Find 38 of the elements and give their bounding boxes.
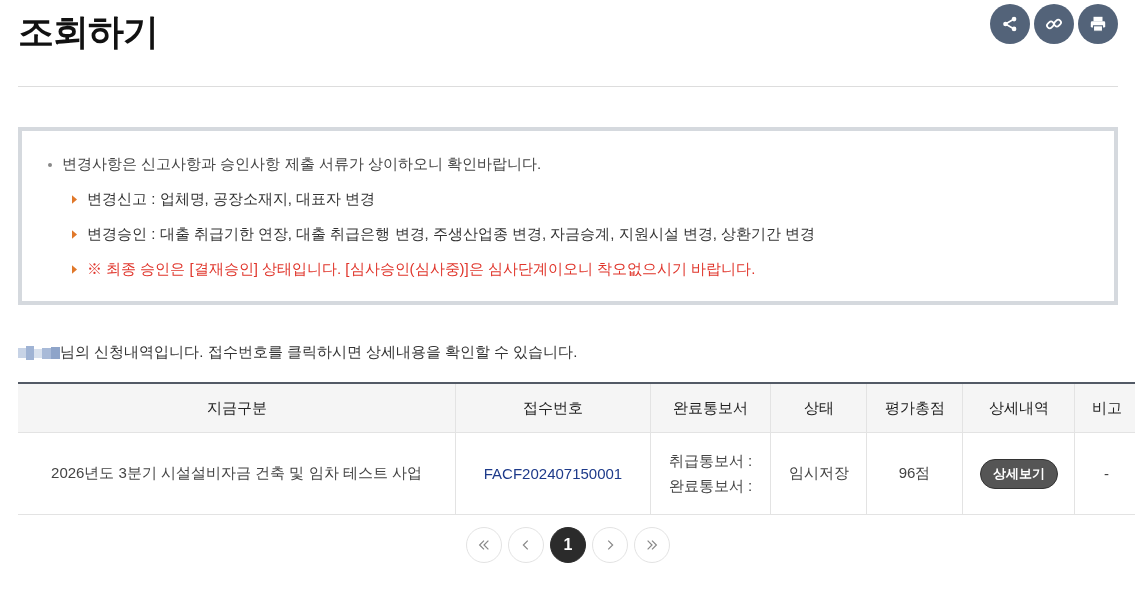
column-header: 상태	[770, 383, 867, 433]
table-cell: -	[1074, 432, 1135, 515]
notice-item: 변경승인 : 대출 취급기한 연장, 대출 취급은행 변경, 주생산업종 변경, 자금승계, 지원시설 변경, 상환기간 변경	[87, 225, 816, 244]
detail-button[interactable]: 상세보기	[979, 458, 1058, 489]
column-header: 비고	[1074, 383, 1135, 433]
triangle-icon	[72, 230, 77, 239]
column-header: 접수번호	[455, 383, 651, 433]
share-icon	[1001, 15, 1019, 33]
notice-item: 변경신고 : 업체명, 공장소재지, 대표자 변경	[87, 190, 376, 209]
receipt-link[interactable]: FACF202407150001	[483, 465, 623, 482]
page-title: 조회하기	[18, 10, 158, 54]
last-page-button[interactable]	[634, 527, 670, 563]
link-button[interactable]	[1034, 4, 1074, 44]
report-label: 취급통보서 :	[668, 451, 753, 471]
print-button[interactable]	[1078, 4, 1118, 44]
prev-page-button[interactable]	[508, 527, 544, 563]
first-page-button[interactable]	[466, 527, 502, 563]
notice-heading: 변경사항은 신고사항과 승인사항 제출 서류가 상이하오니 확인바랍니다.	[62, 155, 542, 174]
column-header: 상세내역	[962, 383, 1075, 433]
column-header: 평가총점	[866, 383, 963, 433]
triangle-icon	[72, 265, 77, 274]
table-cell: 2026년도 3분기 시설설비자금 건축 및 임차 테스트 사업	[18, 432, 456, 515]
table-cell: 임시저장	[770, 432, 867, 515]
table-cell: 96점	[866, 432, 963, 515]
share-button[interactable]	[990, 4, 1030, 44]
report-label: 완료통보서 :	[668, 476, 753, 496]
intro-text: 님의 신청내역입니다. 접수번호를 클릭하시면 상세내용을 확인할 수 있습니다.	[60, 343, 578, 362]
next-page-button[interactable]	[592, 527, 628, 563]
double-chevron-right-icon	[645, 538, 659, 552]
page-button[interactable]: 1	[550, 527, 586, 563]
bullet-icon	[48, 162, 52, 167]
triangle-icon	[72, 195, 77, 204]
column-header: 완료통보서	[650, 383, 771, 433]
printer-icon	[1089, 15, 1107, 33]
double-chevron-left-icon	[477, 538, 491, 552]
warning-text: ※ 최종 승인은 [결재승인] 상태입니다. [심사승인(심사중)]은 심사단계이오니 착오없으시기 바랍니다.	[87, 260, 756, 279]
column-header: 지금구분	[18, 383, 456, 433]
redacted-name	[18, 345, 60, 360]
